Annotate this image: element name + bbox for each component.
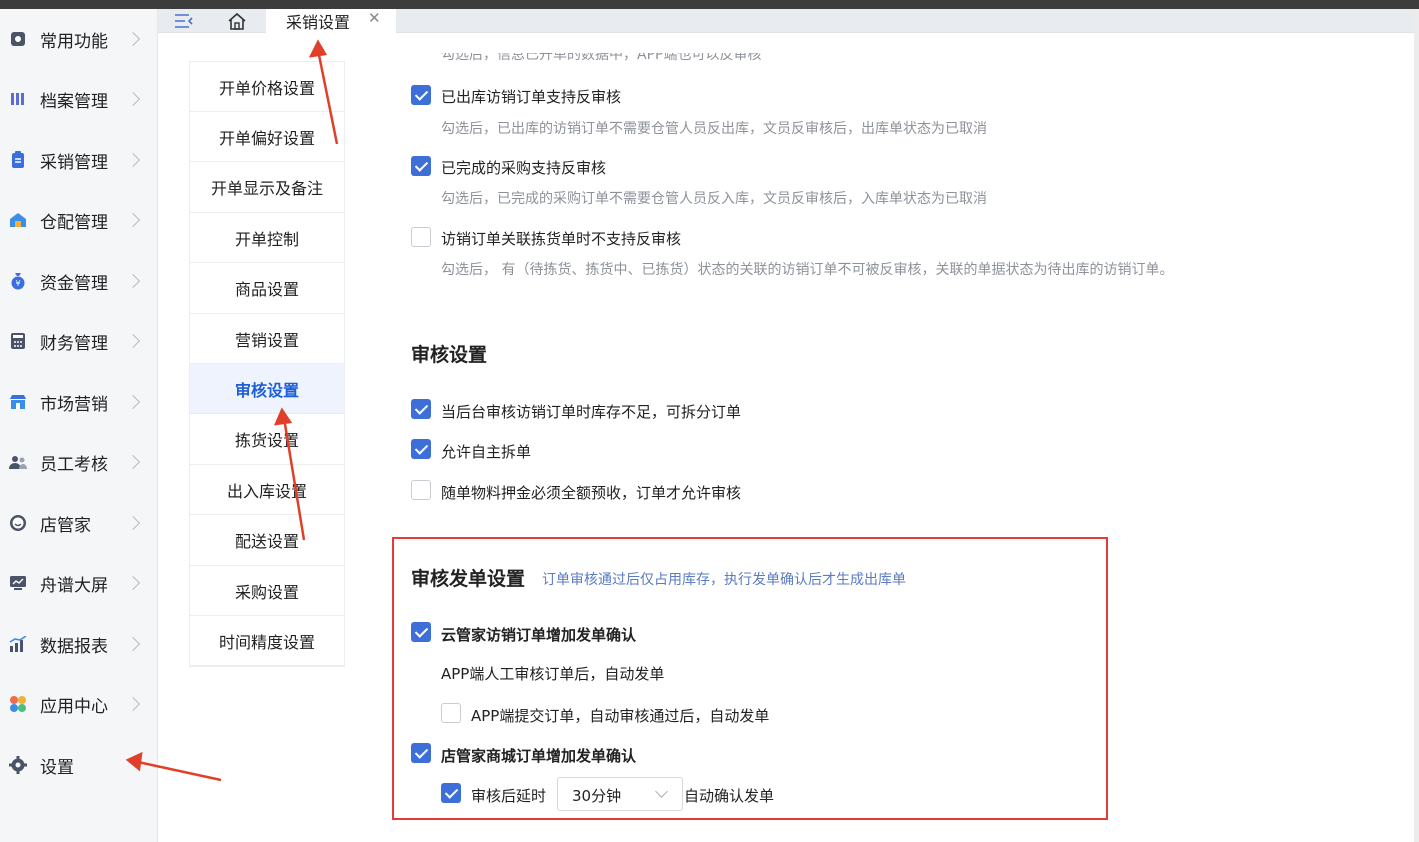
arrow-to-audit-settings-head	[273, 407, 293, 426]
arrow-to-settings-head	[125, 751, 143, 772]
settings-page: 常用功能 档案管理 采销管理 仓配管理 ¥ 资金管理 财务管理 市场营销 员工考核 店管家 舟谱大屏…	[0, 0, 1419, 842]
arrow-to-tab-head	[308, 39, 328, 58]
arrow-to-settings	[137, 760, 222, 782]
annotation-arrows	[125, 39, 339, 782]
arrow-to-tab	[316, 49, 339, 145]
arrow-to-audit-settings	[282, 417, 306, 541]
